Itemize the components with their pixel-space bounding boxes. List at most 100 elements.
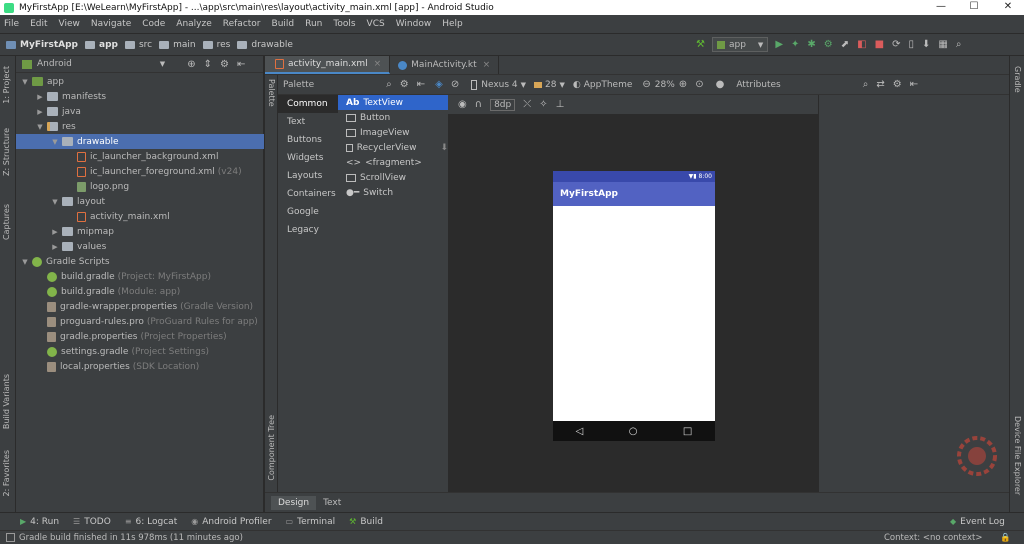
hide-icon[interactable]: ⇤ — [237, 59, 245, 70]
expand-arrow-icon[interactable]: ▶ — [35, 108, 45, 116]
expand-arrow-icon[interactable]: ▼ — [20, 258, 30, 266]
hide-icon[interactable]: ⇤ — [910, 79, 918, 90]
tool-todo[interactable]: ☰ TODO — [73, 517, 111, 527]
tab-text[interactable]: Text — [316, 496, 348, 510]
close-icon[interactable]: × — [374, 59, 382, 69]
settings-icon[interactable]: ⚙ — [220, 59, 229, 70]
gear-icon[interactable]: ⚙ — [893, 79, 902, 90]
collapse-all-icon[interactable]: ⇕ — [204, 59, 212, 70]
palette-item-textview[interactable]: Ab TextView — [338, 95, 448, 110]
tree-item[interactable]: logo.png — [16, 179, 264, 194]
phone-preview[interactable]: ▼▮ 8:00 MyFirstApp ◁ ○ □ — [553, 171, 715, 441]
tree-item[interactable]: ▼ Gradle Scripts — [16, 254, 264, 269]
tree-item[interactable]: settings.gradle (Project Settings) — [16, 344, 264, 359]
stop-icon[interactable]: ■ — [875, 39, 884, 50]
palette-item-fragment[interactable]: <> <fragment> — [338, 155, 448, 170]
breadcrumb-src[interactable]: src — [124, 40, 152, 50]
breadcrumb-drawable[interactable]: drawable — [237, 40, 293, 50]
chevron-down-icon[interactable]: ▼ — [160, 60, 165, 68]
palette-category-containers[interactable]: Containers — [278, 185, 338, 203]
zoom-in-icon[interactable]: ⊕ — [679, 79, 687, 90]
menu-edit[interactable]: Edit — [30, 19, 47, 29]
search-icon[interactable]: ⌕ — [863, 79, 869, 90]
attach-debugger-icon[interactable]: ⬈ — [841, 39, 849, 50]
tool-event-log[interactable]: ◆ Event Log — [950, 517, 1005, 527]
status-toggle-icon[interactable] — [6, 533, 15, 542]
tab-device-file-explorer[interactable]: Device File Explorer — [1013, 416, 1022, 495]
tab-project[interactable]: 1: Project — [2, 66, 11, 104]
search-icon[interactable]: ⌕ — [386, 79, 392, 90]
tree-item[interactable]: gradle.properties (Project Properties) — [16, 329, 264, 344]
menu-vcs[interactable]: VCS — [367, 19, 385, 29]
sdk-manager-icon[interactable]: ⬇ — [922, 39, 930, 50]
tree-item[interactable]: ▶ manifests — [16, 89, 264, 104]
expand-arrow-icon[interactable]: ▼ — [50, 138, 60, 146]
tree-item[interactable]: gradle-wrapper.properties (Gradle Version… — [16, 299, 264, 314]
make-project-icon[interactable]: ⚒ — [696, 39, 705, 50]
zoom-fit-icon[interactable]: ⊙ — [695, 79, 703, 90]
orientation-icon[interactable]: ⊘ — [451, 79, 459, 90]
minimize-button[interactable]: — — [927, 0, 955, 15]
tree-item[interactable]: ic_launcher_foreground.xml (v24) — [16, 164, 264, 179]
eye-icon[interactable]: ◉ — [458, 99, 467, 110]
tree-item[interactable]: ▼ drawable — [16, 134, 264, 149]
zoom-out-icon[interactable]: ⊖ — [642, 79, 650, 90]
menu-analyze[interactable]: Analyze — [176, 19, 211, 29]
breadcrumb-main[interactable]: main — [159, 40, 196, 50]
menu-run[interactable]: Run — [305, 19, 322, 29]
tool-android-profiler[interactable]: ◉ Android Profiler — [191, 517, 271, 527]
theme-select[interactable]: ◐ AppTheme — [573, 80, 633, 90]
run-icon[interactable]: ▶ — [775, 39, 783, 50]
tool-logcat[interactable]: ≡ 6: Logcat — [125, 517, 177, 527]
expand-arrow-icon[interactable]: ▼ — [20, 78, 30, 86]
expand-arrow-icon[interactable]: ▶ — [50, 228, 60, 236]
gear-icon[interactable]: ⚙ — [400, 79, 409, 90]
expand-arrow-icon[interactable]: ▼ — [50, 198, 60, 206]
palette-category-google[interactable]: Google — [278, 203, 338, 221]
palette-category-text[interactable]: Text — [278, 113, 338, 131]
expand-arrow-icon[interactable]: ▶ — [35, 93, 45, 101]
tab-design[interactable]: Design — [271, 495, 317, 510]
menu-refactor[interactable]: Refactor — [223, 19, 261, 29]
run-config-select[interactable]: app ▼ — [711, 37, 769, 52]
menu-window[interactable]: Window — [396, 19, 432, 29]
clear-constraints-icon[interactable]: ⤬ — [523, 99, 531, 110]
tab-favorites[interactable]: 2: Favorites — [2, 450, 11, 496]
apply-changes-icon[interactable]: ✦ — [791, 39, 799, 50]
tool-build[interactable]: ⚒ Build — [349, 517, 383, 527]
magnet-icon[interactable]: ∩ — [475, 99, 482, 110]
menu-tools[interactable]: Tools — [333, 19, 355, 29]
tab-captures[interactable]: Captures — [2, 204, 11, 240]
download-icon[interactable]: ⬇ — [440, 143, 448, 153]
lock-icon[interactable]: 🔒 — [1000, 533, 1011, 543]
close-button[interactable]: ✕ — [994, 0, 1022, 15]
breadcrumb-project[interactable]: MyFirstApp — [6, 40, 78, 50]
tab-palette[interactable]: Palette — [267, 79, 276, 107]
sync-icon[interactable]: ⊕ — [187, 59, 195, 70]
layers-icon[interactable]: ◈ — [435, 79, 443, 90]
project-view-select[interactable]: Android — [37, 59, 72, 69]
tree-item[interactable]: proguard-rules.pro (ProGuard Rules for ap… — [16, 314, 264, 329]
tab-component-tree[interactable]: Component Tree — [267, 415, 276, 481]
palette-category-legacy[interactable]: Legacy — [278, 221, 338, 239]
breadcrumb-res[interactable]: res — [202, 40, 230, 50]
sync-project-icon[interactable]: ⟳ — [892, 39, 900, 50]
palette-item-switch[interactable]: ●━ Switch — [338, 185, 448, 200]
tree-item[interactable]: local.properties (SDK Location) — [16, 359, 264, 374]
menu-help[interactable]: Help — [442, 19, 463, 29]
palette-category-layouts[interactable]: Layouts — [278, 167, 338, 185]
tree-item[interactable]: ▼ layout — [16, 194, 264, 209]
tab-mainactivity-kt[interactable]: MainActivity.kt × — [390, 56, 500, 74]
tree-item[interactable]: ic_launcher_background.xml — [16, 149, 264, 164]
palette-category-common[interactable]: Common — [278, 95, 338, 113]
palette-item-imageview[interactable]: ImageView — [338, 125, 448, 140]
tab-build-variants[interactable]: Build Variants — [2, 374, 11, 429]
hide-icon[interactable]: ⇤ — [417, 79, 425, 90]
tool-run[interactable]: ▶ 4: Run — [20, 517, 59, 527]
default-margin-select[interactable]: 8dp — [490, 98, 516, 111]
palette-category-widgets[interactable]: Widgets — [278, 149, 338, 167]
expand-arrow-icon[interactable]: ▶ — [50, 243, 60, 251]
menu-navigate[interactable]: Navigate — [91, 19, 131, 29]
project-structure-icon[interactable]: ▦ — [938, 39, 947, 50]
tree-item[interactable]: ▼ res — [16, 119, 264, 134]
